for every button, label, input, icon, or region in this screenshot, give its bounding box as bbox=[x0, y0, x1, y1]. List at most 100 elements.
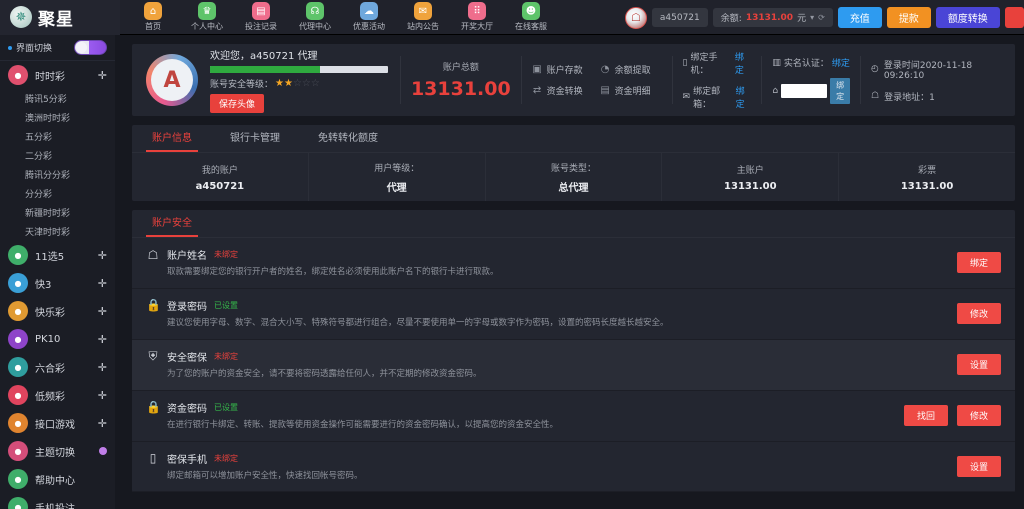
sidebar-item-2[interactable]: ●快3✛ bbox=[0, 269, 115, 297]
withdraw-button[interactable]: 提款 bbox=[887, 7, 931, 28]
statement-icon: ▤ bbox=[600, 85, 611, 96]
nav-item-0[interactable]: ⌂首页 bbox=[126, 0, 180, 35]
total-balance-value: 13131.00 bbox=[411, 78, 511, 100]
nav-item-2[interactable]: ▤投注记录 bbox=[234, 0, 288, 35]
lottery-lhc-icon: ● bbox=[8, 357, 28, 377]
account-cell-value: 代理 bbox=[387, 179, 407, 194]
nav-item-6[interactable]: ⠿开奖大厅 bbox=[450, 0, 504, 35]
sidebar-subitem-0-1[interactable]: 澳洲时时彩 bbox=[0, 108, 115, 127]
sidebar-item-3[interactable]: ●快乐彩✛ bbox=[0, 297, 115, 325]
security-action-0-0[interactable]: 绑定 bbox=[957, 252, 1001, 273]
sidebar-subitem-0-3[interactable]: 二分彩 bbox=[0, 146, 115, 165]
link-withdraw[interactable]: ◔ 余额提取 bbox=[600, 63, 662, 76]
security-row-title: 账户姓名 bbox=[167, 247, 207, 262]
account-cell-value: 总代理 bbox=[558, 179, 588, 194]
security-row-actions: 设置 bbox=[957, 354, 1001, 375]
sidebar-item-7[interactable]: ●接口游戏✛ bbox=[0, 409, 115, 437]
plus-icon[interactable]: ✛ bbox=[98, 249, 107, 262]
security-progress-bar bbox=[210, 66, 388, 73]
chevron-down-icon[interactable]: ▾ bbox=[810, 13, 814, 22]
lottery-ssc-icon: ● bbox=[8, 65, 28, 85]
user-avatar-icon[interactable]: ☖ bbox=[625, 7, 647, 29]
nav-item-1[interactable]: ♛个人中心 bbox=[180, 0, 234, 35]
realname-input[interactable] bbox=[781, 84, 827, 98]
security-action-1-0[interactable]: 修改 bbox=[957, 303, 1001, 324]
plus-icon[interactable]: ✛ bbox=[98, 389, 107, 402]
email-icon: ✉ bbox=[683, 92, 691, 102]
security-action-4-0[interactable]: 设置 bbox=[957, 456, 1001, 477]
account-tab-2[interactable]: 免转转化额度 bbox=[312, 129, 384, 152]
sidebar-item-6[interactable]: ●低频彩✛ bbox=[0, 381, 115, 409]
star-icon: ★ bbox=[275, 78, 284, 89]
profile-avatar[interactable]: A bbox=[146, 54, 198, 106]
sidebar-item-0[interactable]: ● 时时彩 ✛ bbox=[0, 61, 115, 89]
account-cell-value: 13131.00 bbox=[724, 181, 777, 192]
refresh-icon[interactable]: ⟳ bbox=[818, 13, 825, 22]
sidebar-item-4[interactable]: ●PK10✛ bbox=[0, 325, 115, 353]
security-row-desc: 为了您的账户的资金安全，请不要将密码透露给任何人，并不定期的修改资金密码。 bbox=[146, 369, 957, 381]
bind-email-action[interactable]: 绑定 bbox=[736, 84, 752, 110]
sidebar-subitem-0-0[interactable]: 腾讯5分彩 bbox=[0, 89, 115, 108]
security-action-2-0[interactable]: 设置 bbox=[957, 354, 1001, 375]
sidebar-item-label: 接口游戏 bbox=[35, 416, 75, 431]
nav-item-3[interactable]: ☊代理中心 bbox=[288, 0, 342, 35]
transfer-button[interactable]: 额度转换 bbox=[936, 7, 1000, 28]
account-cell-value: a450721 bbox=[196, 181, 245, 192]
sidebar-subitem-0-6[interactable]: 新疆时时彩 bbox=[0, 203, 115, 222]
security-action-3-1[interactable]: 修改 bbox=[957, 405, 1001, 426]
welcome-text: 欢迎您，a450721 代理 bbox=[210, 47, 390, 62]
link-deposit[interactable]: ▣ 账户存款 bbox=[532, 63, 594, 76]
theme-switch-row: 界面切换 bbox=[0, 35, 115, 61]
save-avatar-button[interactable]: 保存头像 bbox=[210, 94, 264, 113]
login-meta: ◴ 登录时间2020-11-18 09:26:10 ☖ 登录地址：1 bbox=[871, 58, 1001, 103]
bind-phone-action[interactable]: 绑定 bbox=[735, 50, 752, 76]
sidebar-item-5[interactable]: ●六合彩✛ bbox=[0, 353, 115, 381]
realname-action[interactable]: 绑定 bbox=[832, 56, 850, 69]
sidebar-item-9[interactable]: ●帮助中心 bbox=[0, 465, 115, 493]
plus-icon[interactable]: ✛ bbox=[98, 305, 107, 318]
plus-icon[interactable]: ✛ bbox=[98, 69, 107, 82]
sidebar-item-label: 时时彩 bbox=[35, 68, 65, 83]
security-card: 账户安全 ☖账户姓名未绑定取款需要绑定您的银行开户者的姓名，绑定姓名必须使用此账… bbox=[132, 210, 1015, 492]
bullet-icon bbox=[8, 46, 12, 50]
theme-switch-toggle[interactable] bbox=[74, 40, 107, 55]
realname-bind-button[interactable]: 绑定 bbox=[830, 78, 850, 104]
sidebar-item-1[interactable]: ●11选5✛ bbox=[0, 241, 115, 269]
account-tab-1[interactable]: 银行卡管理 bbox=[224, 129, 286, 152]
sidebar-subitem-0-5[interactable]: 分分彩 bbox=[0, 184, 115, 203]
star-icon: ☆ bbox=[311, 78, 320, 89]
divider bbox=[672, 56, 673, 104]
security-row-body: ▯密保手机未绑定绑定邮箱可以增加账户安全性，快速找回帐号密码。 bbox=[146, 451, 957, 483]
plus-icon[interactable]: ✛ bbox=[98, 277, 107, 290]
link-exchange[interactable]: ⇄ 资金转换 bbox=[532, 84, 594, 97]
sidebar-item-10[interactable]: ●手机投注 bbox=[0, 493, 115, 509]
plus-icon[interactable]: ✛ bbox=[98, 333, 107, 346]
nav-item-5[interactable]: ✉站内公告 bbox=[396, 0, 450, 35]
tab-account-security[interactable]: 账户安全 bbox=[146, 214, 198, 237]
link-statement[interactable]: ▤ 资金明细 bbox=[600, 84, 662, 97]
star-icon: ★ bbox=[284, 78, 293, 89]
sidebar-subitem-0-2[interactable]: 五分彩 bbox=[0, 127, 115, 146]
total-balance-label: 账户总额 bbox=[411, 60, 511, 73]
security-row-head: ▯密保手机未绑定 bbox=[146, 451, 957, 466]
extra-button[interactable] bbox=[1005, 7, 1024, 28]
security-action-3-0[interactable]: 找回 bbox=[904, 405, 948, 426]
quick-links: ▣ 账户存款 ◔ 余额提取 ⇄ 资金转换 ▤ 资金明细 bbox=[532, 63, 662, 97]
account-tab-0[interactable]: 账户信息 bbox=[146, 129, 198, 152]
plus-icon[interactable]: ✛ bbox=[98, 417, 107, 430]
deposit-button[interactable]: 充值 bbox=[838, 7, 882, 28]
login-time-row: ◴ 登录时间2020-11-18 09:26:10 bbox=[871, 58, 1001, 81]
security-level-label: 账号安全等级： bbox=[210, 77, 273, 90]
nav-item-label: 首页 bbox=[145, 21, 161, 32]
account-cell-value: 13131.00 bbox=[901, 181, 954, 192]
sidebar-item-8[interactable]: ●主题切换 bbox=[0, 437, 115, 465]
realname-input-row: ⌂ 绑定 bbox=[772, 78, 850, 104]
plus-icon[interactable]: ✛ bbox=[98, 361, 107, 374]
security-row-body: 🔒资金密码已设置在进行银行卡绑定、转账、提款等使用资金操作可能需要进行的资金密码… bbox=[146, 400, 904, 432]
security-row-2: ⛨安全密保未绑定为了您的账户的资金安全，请不要将密码透露给任何人，并不定期的修改… bbox=[132, 340, 1015, 391]
sidebar-subitem-0-7[interactable]: 天津时时彩 bbox=[0, 222, 115, 241]
nav-item-7[interactable]: ☻在线客服 bbox=[504, 0, 558, 35]
sidebar-subitem-0-4[interactable]: 腾讯分分彩 bbox=[0, 165, 115, 184]
nav-item-4[interactable]: ☁优惠活动 bbox=[342, 0, 396, 35]
bind-email-label: 绑定邮箱： bbox=[693, 84, 733, 110]
